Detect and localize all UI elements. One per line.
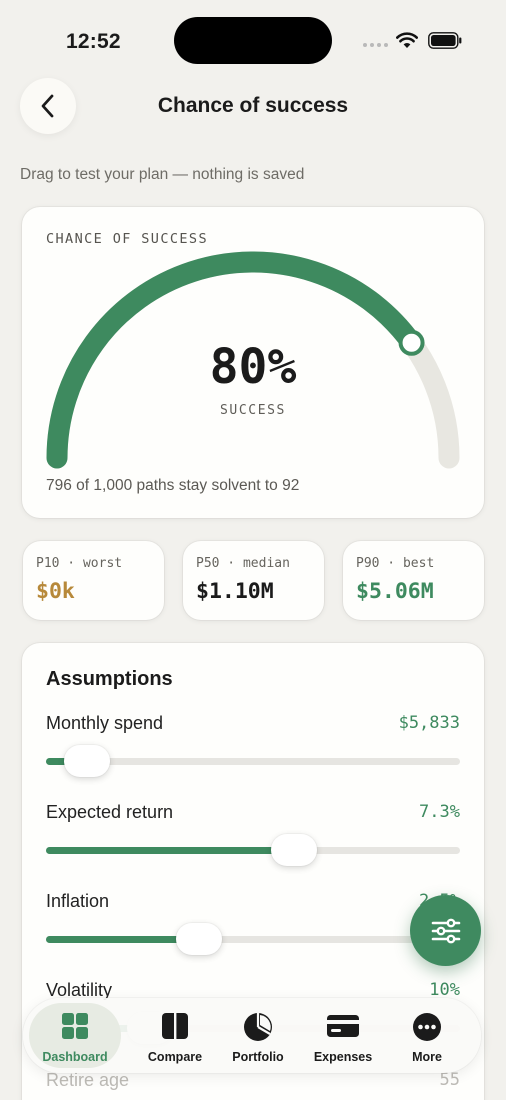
dynamic-island: [174, 17, 332, 64]
more-icon: [413, 1013, 441, 1041]
p10-value: $0k: [36, 579, 75, 604]
tab-label: Portfolio: [232, 1050, 284, 1064]
p90-label: P90 · best: [356, 556, 435, 571]
p50-card: P50 · median $1.10M: [183, 541, 324, 620]
tab-label: More: [412, 1050, 442, 1064]
assumptions-title: Assumptions: [46, 668, 173, 690]
inflation-slider[interactable]: [46, 923, 460, 955]
tab-expenses[interactable]: Expenses: [297, 1003, 389, 1068]
cellular-signal-icon: [363, 43, 388, 47]
slider-fill: [46, 847, 295, 854]
success-gauge-card: CHANCE OF SUCCESS 80% SUCCESS 796 of 1,0…: [22, 207, 484, 518]
expected-return-value: 7.3%: [419, 802, 460, 822]
status-time: 12:52: [66, 30, 121, 53]
tab-bar: Dashboard Compare Portfolio Expenses Mor…: [23, 998, 481, 1073]
expected-return-slider[interactable]: [46, 834, 460, 866]
volatility-value: 10%: [429, 980, 460, 1000]
battery-icon: [428, 32, 462, 49]
slider-thumb[interactable]: [271, 834, 318, 866]
tab-label: Expenses: [313, 1050, 373, 1064]
success-percent: 80%: [209, 339, 297, 395]
columns-icon: [162, 1013, 188, 1039]
inflation-label: Inflation: [46, 891, 110, 911]
pie-chart-icon: [244, 1013, 272, 1041]
slider-thumb[interactable]: [64, 745, 111, 777]
tab-label: Dashboard: [42, 1050, 108, 1064]
tab-dashboard[interactable]: Dashboard: [29, 1003, 121, 1068]
page-subtitle: Drag to test your plan — nothing is save…: [20, 166, 305, 183]
sliders-icon: [431, 918, 460, 943]
tab-label: Compare: [147, 1050, 203, 1064]
retire-age-value: 55: [439, 1070, 460, 1090]
status-bar: 12:52: [0, 0, 506, 80]
p90-value: $5.06M: [356, 579, 434, 604]
tab-portfolio[interactable]: Portfolio: [212, 1003, 304, 1068]
solvency-footnote: 796 of 1,000 paths stay solvent to 92: [46, 477, 300, 494]
tab-compare[interactable]: Compare: [129, 1003, 221, 1068]
monthly-spend-slider[interactable]: [46, 745, 460, 777]
tab-more[interactable]: More: [381, 1003, 473, 1068]
wifi-icon: [396, 32, 418, 48]
monthly-spend-value: $5,833: [398, 713, 460, 733]
card-icon: [327, 1015, 359, 1037]
p50-value: $1.10M: [196, 579, 274, 604]
page-title: Chance of success: [157, 94, 349, 117]
grid-icon: [62, 1013, 88, 1039]
expected-return-label: Expected return: [46, 802, 174, 822]
p50-label: P50 · median: [196, 556, 290, 571]
p90-card: P90 · best $5.06M: [343, 541, 484, 620]
adjust-assumptions-button[interactable]: [410, 895, 481, 966]
monthly-spend-label: Monthly spend: [46, 713, 164, 733]
success-label: SUCCESS: [220, 403, 286, 418]
slider-thumb[interactable]: [176, 923, 223, 955]
p10-card: P10 · worst $0k: [23, 541, 164, 620]
p10-label: P10 · worst: [36, 556, 123, 571]
retire-age-label: Retire age: [46, 1070, 130, 1090]
